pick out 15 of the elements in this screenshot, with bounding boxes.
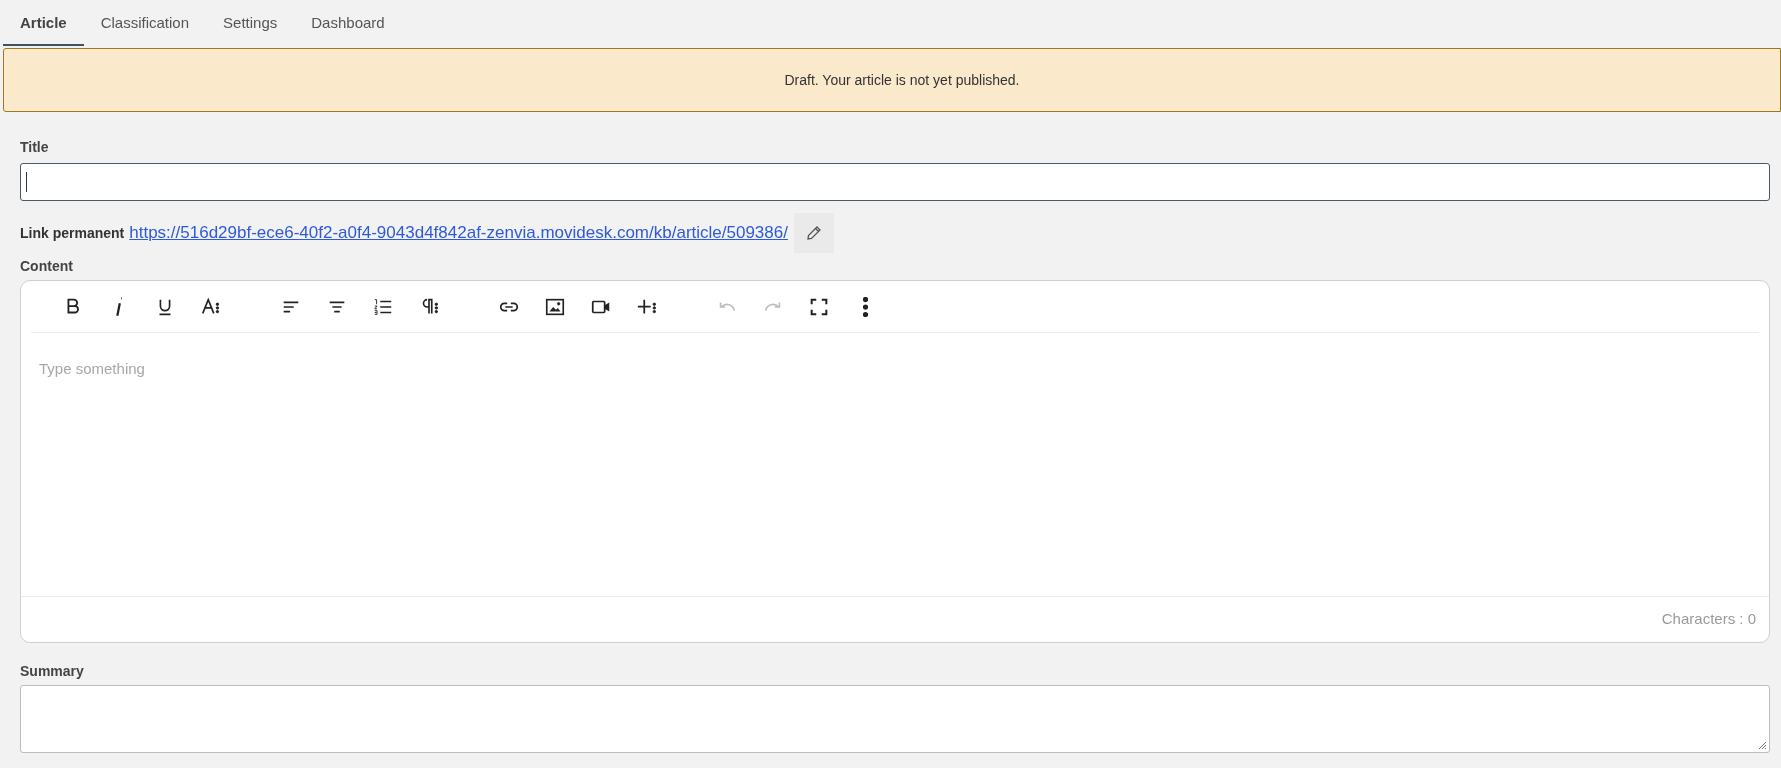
tab[interactable]: Dashboard [294,3,402,46]
character-count: Characters : 0 [1661,609,1756,630]
title-input[interactable] [20,163,1770,201]
permalink-label: Link permanent [20,223,125,243]
edit-link-button[interactable] [793,213,834,253]
resize-handle-icon[interactable] [1757,740,1767,750]
pencil-icon [805,225,822,241]
permalink-link[interactable]: https://516d29bf-ece6-40f2-a0f4-9043d4f842af-zenvia.movidesk.com/kb/article/509386/ [129,220,788,246]
tab[interactable]: Article [3,3,84,46]
content-label: Content [20,257,74,275]
tab[interactable]: Classification [83,3,207,46]
title-label: Title [20,138,50,156]
tab[interactable]: Settings [206,3,295,46]
summary-label: Summary [20,662,85,680]
draft-banner: Draft. Your article is not yet published. [3,48,1781,112]
